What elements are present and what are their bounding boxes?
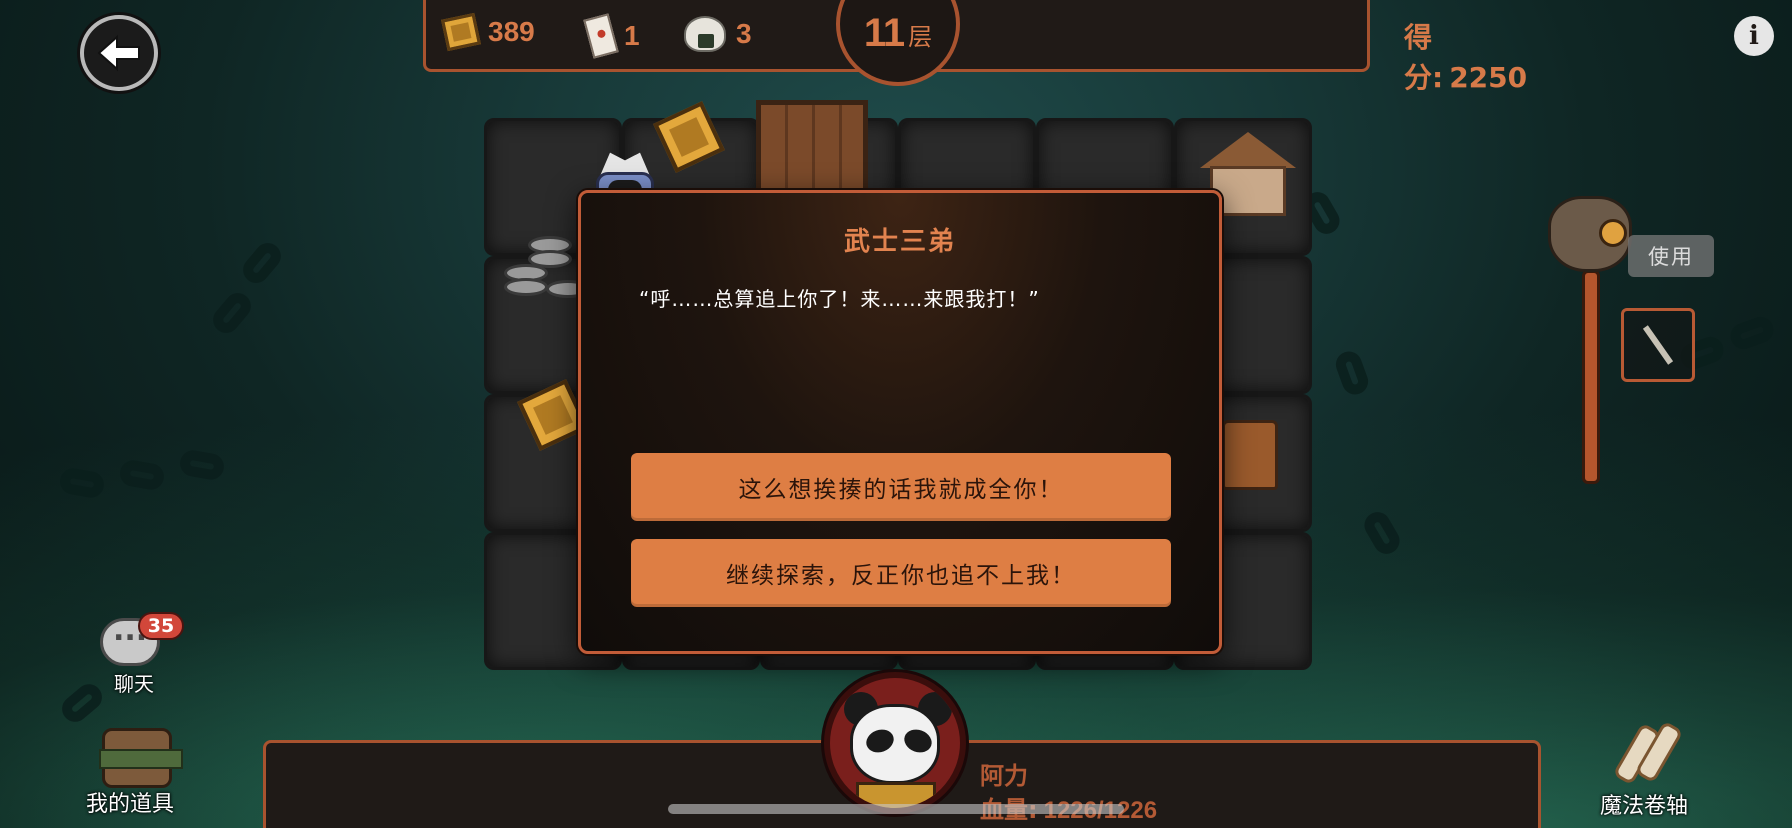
score-display: 得分: 2250 xyxy=(1404,16,1527,96)
dog-head-staff-icon xyxy=(1548,196,1632,272)
chat-badge: 35 xyxy=(138,612,184,640)
back-arrow-icon xyxy=(97,34,140,72)
back-button[interactable] xyxy=(80,15,158,91)
scroll-icon xyxy=(583,13,619,59)
needle-item-icon xyxy=(1642,325,1674,365)
chain-link xyxy=(207,287,257,339)
staff-icon xyxy=(1582,270,1600,484)
rice-ball-counter: 3 xyxy=(684,16,752,52)
rice-ball-value: 3 xyxy=(736,18,752,49)
home-indicator[interactable] xyxy=(668,804,1124,814)
chain-link xyxy=(1332,347,1372,399)
gold-value: 389 xyxy=(488,16,535,47)
fight-option-button[interactable]: 这么想挨揍的话我就成全你！ xyxy=(631,453,1171,521)
dungeon-door[interactable] xyxy=(756,100,868,200)
scroll-value: 1 xyxy=(624,20,640,51)
chain-link xyxy=(237,237,287,289)
info-icon[interactable]: i xyxy=(1734,16,1774,56)
game-screen: 389 1 3 得分: 2250 i 11 层 武士三弟 “呼……总算追上你了！… xyxy=(0,0,1792,828)
dialog-message: “呼……总算追上你了！来……来跟我打！” xyxy=(639,287,1040,311)
magic-scroll-icon xyxy=(1612,720,1684,788)
encounter-dialog: 武士三弟 “呼……总算追上你了！来……来跟我打！” 这么想挨揍的话我就成全你！ … xyxy=(578,190,1222,654)
magic-scroll-label: 魔法卷轴 xyxy=(1600,794,1689,819)
magic-scroll-button[interactable]: 魔法卷轴 xyxy=(1592,720,1712,822)
coin-stack-icon[interactable] xyxy=(500,236,590,306)
score-value: 2250 xyxy=(1449,61,1528,94)
floor-level-badge: 11 层 xyxy=(836,0,960,86)
chain-link xyxy=(1726,313,1778,353)
continue-explore-button[interactable]: 继续探索，反正你也追不上我！ xyxy=(631,539,1171,607)
chat-label: 聊天 xyxy=(114,672,154,696)
tree-stump-icon[interactable] xyxy=(1222,420,1278,490)
dialog-title: 武士三弟 xyxy=(843,227,956,257)
hero-name: 阿力 xyxy=(980,762,1028,790)
use-button[interactable]: 使用 xyxy=(1628,235,1714,277)
item-slot[interactable] xyxy=(1621,308,1695,382)
scroll-counter: 1 xyxy=(583,13,640,59)
gold-counter: 389 xyxy=(441,12,535,52)
my-items-label: 我的道具 xyxy=(86,792,175,817)
hero-avatar[interactable] xyxy=(824,672,966,814)
gold-icon xyxy=(441,12,481,52)
backpack-icon xyxy=(99,728,183,788)
score-label: 得分: xyxy=(1404,21,1444,94)
rice-ball-icon xyxy=(684,16,726,52)
level-number: 11 xyxy=(863,11,905,55)
my-items-button[interactable]: 我的道具 xyxy=(84,728,194,818)
chat-button[interactable]: 35 聊天 xyxy=(94,612,184,696)
level-unit: 层 xyxy=(908,24,933,51)
